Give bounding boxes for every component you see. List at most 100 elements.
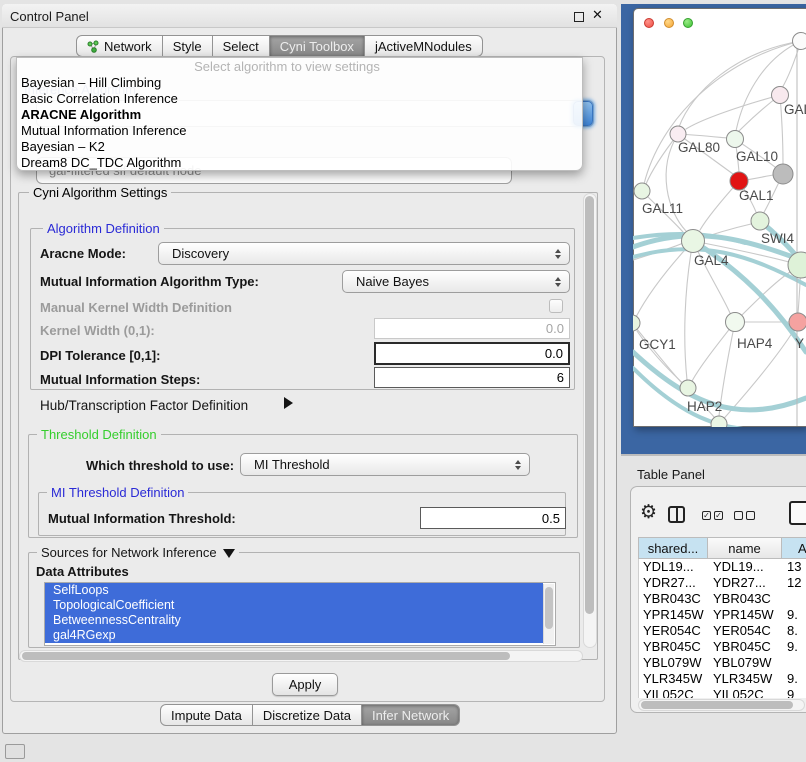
table-cell: YDR27... — [639, 575, 709, 591]
tab-cyni-toolbox[interactable]: Cyni Toolbox — [270, 35, 365, 57]
network-node-gcy1[interactable] — [633, 315, 640, 331]
network-node-gal11[interactable] — [634, 183, 650, 199]
network-node[interactable] — [793, 33, 806, 50]
table-row[interactable]: YDL19...YDL19...13 — [639, 559, 806, 575]
tab-discretize-data[interactable]: Discretize Data — [253, 704, 362, 726]
table-hscrollbar-thumb[interactable] — [641, 701, 793, 709]
float-panel-icon[interactable] — [574, 12, 584, 22]
split-columns-icon[interactable] — [668, 506, 685, 523]
aracne-mode-select[interactable]: Discovery — [158, 242, 570, 265]
algorithm-option-basic-correlation-inference[interactable]: Basic Correlation Inference — [17, 91, 582, 107]
column-header-a[interactable]: A — [782, 537, 806, 559]
table-row[interactable]: YLR345WYLR345W9. — [639, 671, 806, 687]
node-label: GAL10 — [736, 149, 778, 164]
table-row[interactable]: YBR043CYBR043C — [639, 591, 806, 607]
node-label: GAL — [784, 102, 806, 117]
algorithm-definition-title: Algorithm Definition — [43, 221, 164, 236]
network-node[interactable] — [711, 416, 727, 427]
network-edge[interactable] — [736, 41, 801, 131]
control-panel-title: Control Panel — [10, 9, 89, 24]
tab-infer-network[interactable]: Infer Network — [362, 704, 460, 726]
network-edge[interactable] — [685, 241, 693, 380]
algorithm-option-bayesian-k2[interactable]: Bayesian – K2 — [17, 139, 582, 155]
which-threshold-select[interactable]: MI Threshold — [240, 453, 530, 476]
tab-impute-data[interactable]: Impute Data — [160, 704, 253, 726]
kernel-width-input[interactable] — [374, 318, 570, 339]
mi-threshold-input[interactable] — [420, 507, 566, 529]
table-row[interactable]: YIL052CYIL052C9 — [639, 687, 806, 698]
dpi-tolerance-input[interactable] — [374, 342, 570, 365]
select-all-checkboxes-icon[interactable]: ✓✓ — [702, 511, 726, 529]
table-cell: 8. — [783, 623, 806, 639]
tab-select[interactable]: Select — [213, 35, 270, 57]
network-node-y[interactable] — [789, 313, 806, 331]
network-node-hap2[interactable] — [680, 380, 696, 396]
network-node-gal10[interactable] — [727, 131, 744, 148]
aracne-mode-value: Discovery — [172, 246, 229, 261]
combo-arrows-icon — [555, 249, 561, 259]
table-row[interactable]: YDR27...YDR27...12 — [639, 575, 806, 591]
hub-expander-label[interactable]: Hub/Transcription Factor Definition — [40, 398, 248, 413]
combo-arrows-icon — [555, 277, 561, 287]
table-row[interactable]: YER054CYER054C8. — [639, 623, 806, 639]
settings-vscrollbar-thumb[interactable] — [585, 196, 594, 614]
table-cell: YER054C — [709, 623, 783, 639]
table-row[interactable]: YBL079WYBL079W — [639, 655, 806, 671]
attribute-item-selfloops[interactable]: SelfLoops — [45, 583, 543, 598]
kernel-width-label: Kernel Width (0,1): — [40, 323, 155, 338]
manual-kernel-width-checkbox[interactable] — [549, 299, 563, 313]
tab-jactivemnodules[interactable]: jActiveMNodules — [365, 35, 483, 57]
close-panel-icon[interactable]: ✕ — [592, 8, 603, 23]
table-cell: YPR145W — [639, 607, 709, 623]
table-cell: YER054C — [639, 623, 709, 639]
algorithm-dropdown-placeholder: Select algorithm to view settings — [17, 59, 557, 75]
network-node-gal4[interactable] — [682, 230, 705, 253]
mi-algorithm-type-select[interactable]: Naive Bayes — [342, 270, 570, 293]
attributes-scrollbar-thumb[interactable] — [545, 587, 553, 629]
algorithm-option-aracne-algorithm[interactable]: ARACNE Algorithm — [17, 107, 582, 123]
attribute-item-topologicalcoefficient[interactable]: TopologicalCoefficient — [45, 598, 543, 613]
table-cell: YPR145W — [709, 607, 783, 623]
tab-network[interactable]: Network — [76, 35, 163, 57]
attribute-item-betweennesscentrality[interactable]: BetweennessCentrality — [45, 613, 543, 628]
expander-collapsed-icon[interactable] — [284, 397, 293, 409]
node-label: SWI4 — [761, 231, 794, 246]
algorithm-option-bayesian-hill-climbing[interactable]: Bayesian – Hill Climbing — [17, 75, 582, 91]
table-cell: YDR27... — [709, 575, 783, 591]
network-edge[interactable] — [780, 95, 783, 164]
settings-hscrollbar-thumb[interactable] — [22, 652, 510, 660]
panel-divider — [621, 454, 806, 456]
network-edge[interactable] — [692, 322, 735, 381]
table-cell: YIL052C — [709, 687, 783, 698]
attribute-item-gal4rgexp[interactable]: gal4RGexp — [45, 628, 543, 643]
network-node[interactable] — [773, 164, 793, 184]
network-node-gal[interactable] — [772, 87, 789, 104]
cyni-bottom-tabbar: Impute Data Discretize Data Infer Network — [160, 704, 460, 726]
mi-steps-input[interactable] — [374, 367, 570, 388]
apply-button[interactable]: Apply — [272, 673, 338, 696]
network-edge[interactable] — [686, 95, 780, 129]
algorithm-option-dream8-dc-tdc-algorithm[interactable]: Dream8 DC_TDC Algorithm — [17, 155, 582, 171]
tab-style[interactable]: Style — [163, 35, 213, 57]
table-cell: YBL079W — [709, 655, 783, 671]
node-label: Y — [795, 336, 804, 351]
table-cell: 9. — [783, 639, 806, 655]
sources-group-title[interactable]: Sources for Network Inference — [37, 545, 239, 560]
network-canvas[interactable]: GALGAL80GAL10GAL1GAL11SWI4GAL4GCY1HAP4YH… — [633, 8, 806, 427]
network-edge[interactable] — [646, 134, 678, 184]
tab-label: Style — [173, 39, 202, 54]
column-header-shared[interactable]: shared... — [638, 537, 708, 559]
deselect-all-checkboxes-icon[interactable] — [734, 511, 758, 529]
minimized-panel-grip[interactable] — [5, 744, 25, 759]
table-row[interactable]: YPR145WYPR145W9. — [639, 607, 806, 623]
algorithm-option-mutual-information-inference[interactable]: Mutual Information Inference — [17, 123, 582, 139]
table-row[interactable]: YBR045CYBR045C9. — [639, 639, 806, 655]
network-node-hap4[interactable] — [726, 313, 745, 332]
data-attributes-list[interactable]: SelfLoopsTopologicalCoefficientBetweenne… — [44, 582, 556, 646]
node-label: HAP4 — [737, 336, 773, 351]
gear-icon[interactable]: ⚙ — [640, 501, 657, 524]
column-header-name[interactable]: name — [708, 537, 782, 559]
network-node-swi4[interactable] — [751, 212, 769, 230]
tab-label: Discretize Data — [263, 708, 351, 723]
table-icon[interactable] — [789, 501, 806, 525]
